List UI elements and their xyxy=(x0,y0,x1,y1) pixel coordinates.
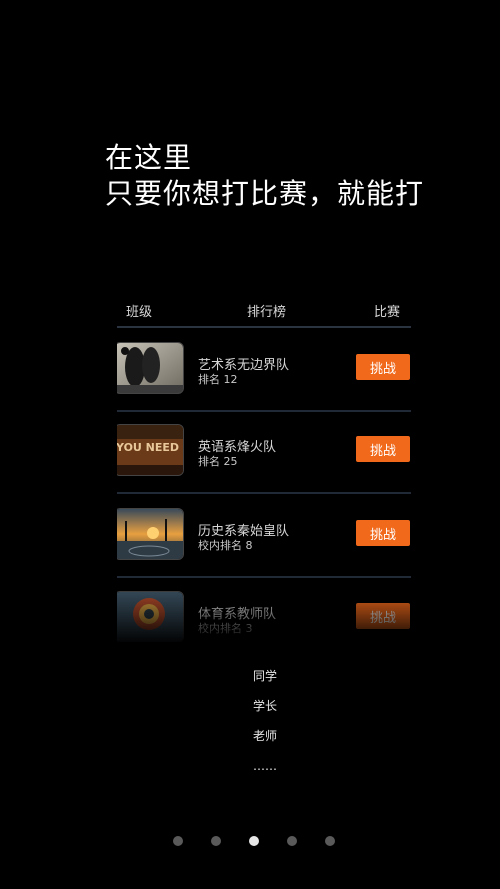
team-row[interactable]: YOU NEED A COURT 英语系烽火队 排名 25 挑战 xyxy=(117,412,411,494)
team-row[interactable]: 历史系秦始皇队 校内排名 8 挑战 xyxy=(117,496,411,578)
graffiti-text: YOU NEED A COURT xyxy=(117,441,183,454)
page-dot-active[interactable] xyxy=(249,836,259,846)
tab-class[interactable]: 班级 xyxy=(126,301,152,320)
team-list: 艺术系无边界队 排名 12 挑战 YOU NEED A COURT 英语系烽火队… xyxy=(117,330,411,642)
role-list: 同学 学长 老师 …… xyxy=(240,665,290,785)
team-rank: 排名 25 xyxy=(198,455,238,468)
tab-match[interactable]: 比赛 xyxy=(374,301,400,320)
row-divider xyxy=(117,576,411,578)
team-rank: 校内排名 8 xyxy=(198,539,253,552)
page-dot[interactable] xyxy=(287,836,297,846)
page-indicator xyxy=(0,836,500,848)
row-divider xyxy=(117,492,411,494)
team-row[interactable]: 艺术系无边界队 排名 12 挑战 xyxy=(117,330,411,412)
page-dot[interactable] xyxy=(325,836,335,846)
challenge-button[interactable]: 挑战 xyxy=(356,436,410,462)
team-rank: 排名 12 xyxy=(198,373,238,386)
team-thumbnail-graffiti-text: YOU NEED A COURT xyxy=(117,424,184,476)
headline-line-1: 在这里 xyxy=(105,141,193,174)
role-classmate: 同学 xyxy=(252,669,277,683)
page-dot[interactable] xyxy=(173,836,183,846)
headline: 在这里 只要你想打比赛，就能打 xyxy=(105,140,424,212)
role-teacher: 老师 xyxy=(252,729,277,743)
team-thumbnail-mural xyxy=(117,591,184,642)
challenge-button[interactable]: 挑战 xyxy=(356,354,410,380)
team-row[interactable]: 体育系教师队 校内排名 3 挑战 xyxy=(117,579,411,642)
tab-divider xyxy=(117,326,411,328)
headline-line-2: 只要你想打比赛，就能打 xyxy=(105,177,425,210)
tab-leaderboard[interactable]: 排行榜 xyxy=(247,301,286,320)
page-dot[interactable] xyxy=(211,836,221,846)
tab-bar: 班级 排行榜 比赛 xyxy=(117,295,411,325)
team-rank: 校内排名 3 xyxy=(198,622,253,635)
role-more: …… xyxy=(253,759,277,773)
team-thumbnail-sunset-court xyxy=(117,508,184,560)
challenge-button[interactable]: 挑战 xyxy=(356,520,410,546)
team-thumbnail-basketball-silhouette xyxy=(117,342,184,394)
challenge-button[interactable]: 挑战 xyxy=(356,603,410,629)
role-senior: 学长 xyxy=(252,699,277,713)
